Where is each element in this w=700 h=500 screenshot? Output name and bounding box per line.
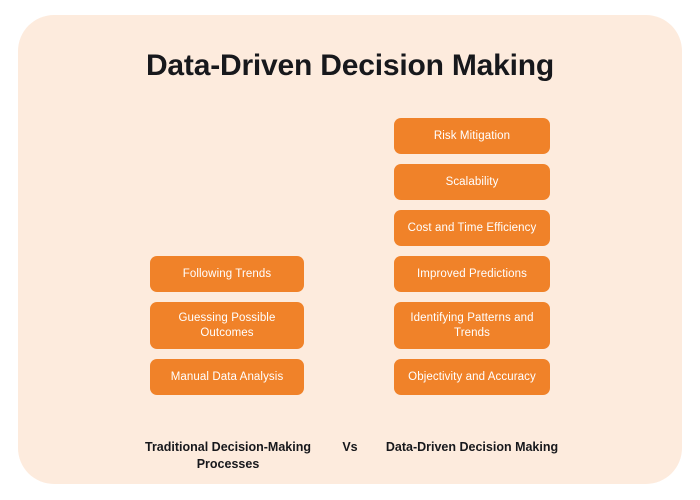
column-data-driven-decision-making: Risk Mitigation Scalability Cost and Tim… xyxy=(394,113,550,395)
list-item: Risk Mitigation xyxy=(394,118,550,154)
list-item: Guessing Possible Outcomes xyxy=(150,302,304,349)
list-item: Identifying Patterns and Trends xyxy=(394,302,550,349)
list-item: Improved Predictions xyxy=(394,256,550,292)
list-item: Cost and Time Efficiency xyxy=(394,210,550,246)
infographic-card: Data-Driven Decision Making Following Tr… xyxy=(18,15,682,484)
list-item: Following Trends xyxy=(150,256,304,292)
column-traditional-decision-making: Following Trends Guessing Possible Outco… xyxy=(150,113,304,395)
list-item: Objectivity and Accuracy xyxy=(394,359,550,395)
footer-label-vs: Vs xyxy=(342,440,358,454)
footer-label-traditional: Traditional Decision-Making Processes xyxy=(145,440,311,471)
list-item: Manual Data Analysis xyxy=(150,359,304,395)
footer-labels: Traditional Decision-Making Processes Vs… xyxy=(18,427,682,485)
footer-label-datadriven: Data-Driven Decision Making xyxy=(385,440,559,454)
page-title: Data-Driven Decision Making xyxy=(145,49,555,82)
list-item: Scalability xyxy=(394,164,550,200)
